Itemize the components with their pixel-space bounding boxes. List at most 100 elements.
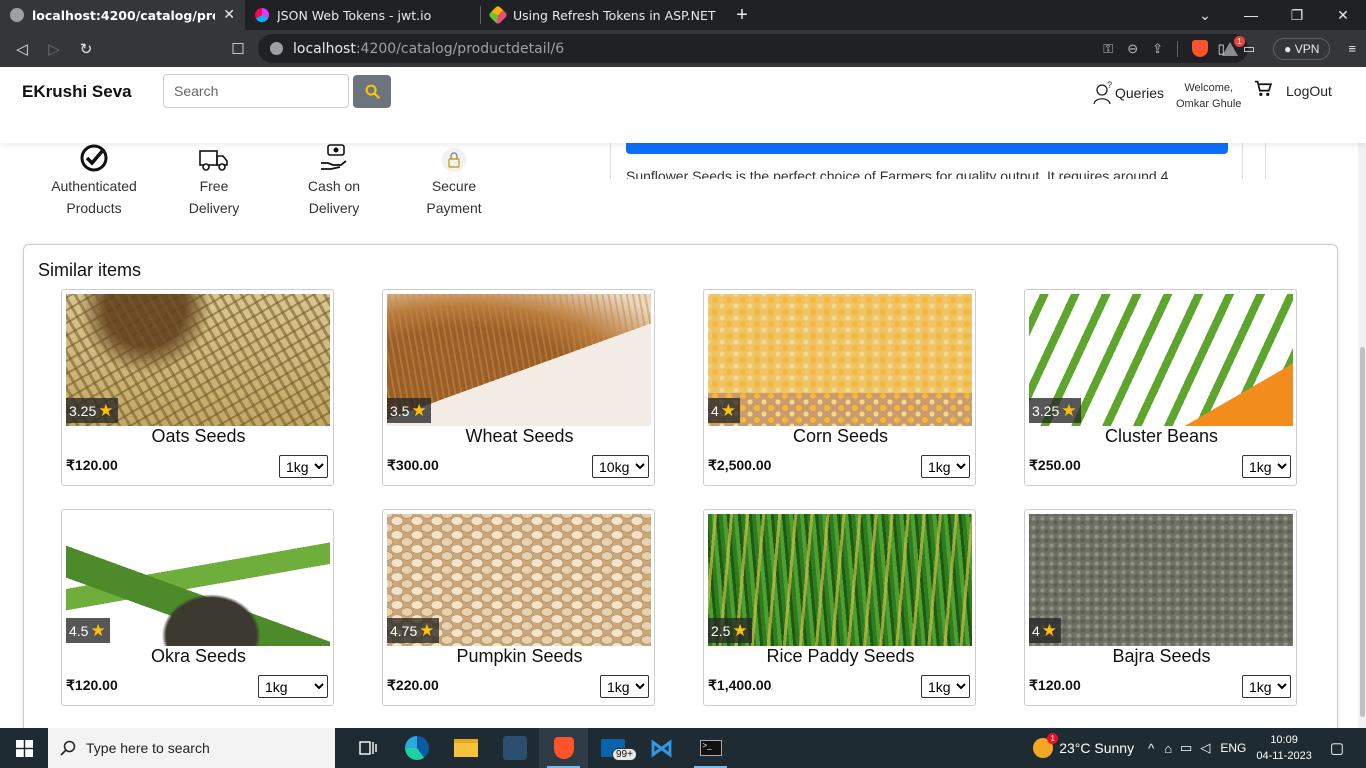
bookmark-icon[interactable]: ☐ [222, 40, 254, 58]
terminal-icon[interactable]: >_ [686, 728, 735, 768]
close-tab-icon[interactable]: ✕ [223, 7, 235, 23]
tab-jwt[interactable]: JSON Web Tokens - jwt.io [245, 0, 480, 30]
unit-select[interactable]: 1kg [258, 675, 328, 698]
forward-icon[interactable]: ▷ [38, 40, 70, 58]
meet-now-icon[interactable]: ⌂ [1164, 741, 1172, 756]
badge-line1: Free [199, 178, 229, 194]
clock[interactable]: 10:09 04-11-2023 [1256, 732, 1311, 764]
bajra-image [1029, 514, 1293, 646]
weather-badge: 1 [1047, 733, 1059, 744]
task-view-icon[interactable] [343, 728, 392, 768]
product-name[interactable]: Cluster Beans [1025, 426, 1298, 447]
key-icon[interactable]: ⚿ [1103, 41, 1113, 57]
product-card[interactable]: 4.75 ★ Pumpkin Seeds ₹220.00 1kg [382, 509, 655, 706]
address-bar[interactable]: localhost:4200/catalog/productdetail/6 ⚿… [258, 34, 1248, 63]
mysql-workbench-icon[interactable] [490, 728, 539, 768]
minimize-icon[interactable]: — [1228, 0, 1274, 30]
reload-icon[interactable]: ↻ [70, 40, 102, 58]
add-to-cart-button[interactable] [626, 143, 1228, 154]
menu-icon[interactable]: ≡ [1348, 41, 1356, 56]
search-input[interactable]: Search [163, 74, 349, 108]
back-icon[interactable]: ◁ [6, 40, 38, 58]
taskbar-search[interactable]: Type here to search [48, 728, 335, 768]
scrollbar-thumb[interactable] [1360, 347, 1365, 717]
cart-button[interactable] [1255, 80, 1273, 102]
product-card[interactable]: 4 ★ Bajra Seeds ₹120.00 1kg [1024, 509, 1297, 706]
notification-icon[interactable]: ▢ [1330, 739, 1344, 757]
badge-authenticated: Authenticated Products [30, 143, 158, 219]
unit-select[interactable]: 10kg [592, 455, 649, 478]
unit-select[interactable]: 1kg [600, 675, 649, 698]
site-info-icon[interactable] [270, 42, 283, 55]
product-name[interactable]: Oats Seeds [62, 426, 335, 447]
product-price: ₹250.00 [1029, 457, 1081, 473]
unit-select[interactable]: 1kg [1242, 675, 1291, 698]
start-button[interactable] [0, 728, 48, 768]
queries-link[interactable]: ? Queries [1093, 81, 1164, 105]
close-window-icon[interactable]: ✕ [1320, 0, 1366, 30]
window-controls: ⌄ — ❐ ✕ [1182, 0, 1366, 30]
chevron-up-icon[interactable]: ^ [1148, 741, 1154, 756]
badge-free-delivery: Free Delivery [150, 143, 278, 219]
product-name[interactable]: Pumpkin Seeds [383, 646, 656, 667]
new-tab-button[interactable]: + [726, 0, 758, 30]
product-price: ₹1,400.00 [708, 677, 772, 693]
mysql-glyph [502, 736, 527, 760]
clock-time: 10:09 [1270, 734, 1298, 746]
share-icon[interactable]: ⇪ [1152, 41, 1163, 57]
windows-taskbar: Type here to search 99+ ⋈ >_ 1 23°C Sunn… [0, 728, 1366, 768]
truck-icon [199, 150, 228, 171]
product-name[interactable]: Okra Seeds [62, 646, 335, 667]
weather-widget[interactable]: 1 23°C Sunny [1033, 733, 1134, 758]
product-card[interactable]: 4.5 ★ Okra Seeds ₹120.00 1kg [61, 509, 334, 706]
divider [1177, 40, 1178, 57]
vpn-button[interactable]: ● VPN [1273, 37, 1331, 60]
product-price: ₹120.00 [1029, 677, 1081, 693]
vscode-glyph: ⋈ [649, 734, 674, 762]
vscode-icon[interactable]: ⋈ [637, 728, 686, 768]
page-scrollbar[interactable] [1358, 67, 1366, 728]
tab-search-chevron-icon[interactable]: ⌄ [1182, 0, 1228, 30]
unit-select[interactable]: 1kg [1242, 455, 1291, 478]
product-name[interactable]: Rice Paddy Seeds [704, 646, 977, 667]
jwt-favicon-icon [255, 8, 269, 22]
product-card[interactable]: 3.25 ★ Oats Seeds ₹120.00 1kg [61, 289, 334, 486]
product-price: ₹2,500.00 [708, 457, 772, 473]
product-card[interactable]: 4 ★ Corn Seeds ₹2,500.00 1kg [703, 289, 976, 486]
terminal-glyph: >_ [699, 740, 722, 756]
edge-icon[interactable] [392, 728, 441, 768]
wallet-icon[interactable]: ▭ [1243, 41, 1255, 57]
network-icon[interactable]: ▭ [1180, 740, 1192, 756]
product-name[interactable]: Bajra Seeds [1025, 646, 1298, 667]
product-name[interactable]: Wheat Seeds [383, 426, 656, 447]
tab-title: localhost:4200/catalog/productd [32, 7, 215, 23]
brand-logo[interactable]: EKrushi Seva [22, 82, 132, 102]
brave-browser-icon[interactable] [539, 728, 588, 768]
language-indicator[interactable]: ENG [1220, 741, 1246, 755]
tab-product-detail[interactable]: localhost:4200/catalog/productd ✕ [0, 0, 245, 30]
search-button[interactable] [353, 75, 391, 108]
cart-icon [1255, 80, 1273, 96]
volume-icon[interactable]: ◁ [1200, 740, 1210, 756]
file-explorer-icon[interactable] [441, 728, 490, 768]
product-card[interactable]: 2.5 ★ Rice Paddy Seeds ₹1,400.00 1kg [703, 509, 976, 706]
unit-select[interactable]: 1kg [279, 455, 328, 478]
tab-refresh-tokens[interactable]: Using Refresh Tokens in ASP.NET Core [481, 0, 726, 30]
brave-shields-icon[interactable] [1192, 40, 1208, 57]
sidebar-icon[interactable]: ▯ [1218, 41, 1225, 57]
zoom-icon[interactable]: ⊖ [1127, 41, 1138, 57]
product-card[interactable]: 3.5 ★ Wheat Seeds ₹300.00 10kg [382, 289, 655, 486]
person-question-icon: ? [1093, 81, 1112, 105]
rating-value: 4 [1032, 622, 1040, 639]
badge-line2: Payment [426, 200, 482, 216]
tab-title: Using Refresh Tokens in ASP.NET Core [513, 7, 716, 23]
star-icon: ★ [1061, 400, 1077, 420]
product-name[interactable]: Corn Seeds [704, 426, 977, 447]
product-card[interactable]: 3.25 ★ Cluster Beans ₹250.00 1kg [1024, 289, 1297, 486]
unit-select[interactable]: 1kg [921, 675, 970, 698]
unit-select[interactable]: 1kg [921, 455, 970, 478]
mail-icon[interactable]: 99+ [588, 728, 637, 768]
logout-link[interactable]: LogOut [1286, 83, 1332, 99]
restore-icon[interactable]: ❐ [1274, 0, 1320, 30]
site-header: EKrushi Seva Search ? Queries Welcome, O… [0, 67, 1366, 143]
